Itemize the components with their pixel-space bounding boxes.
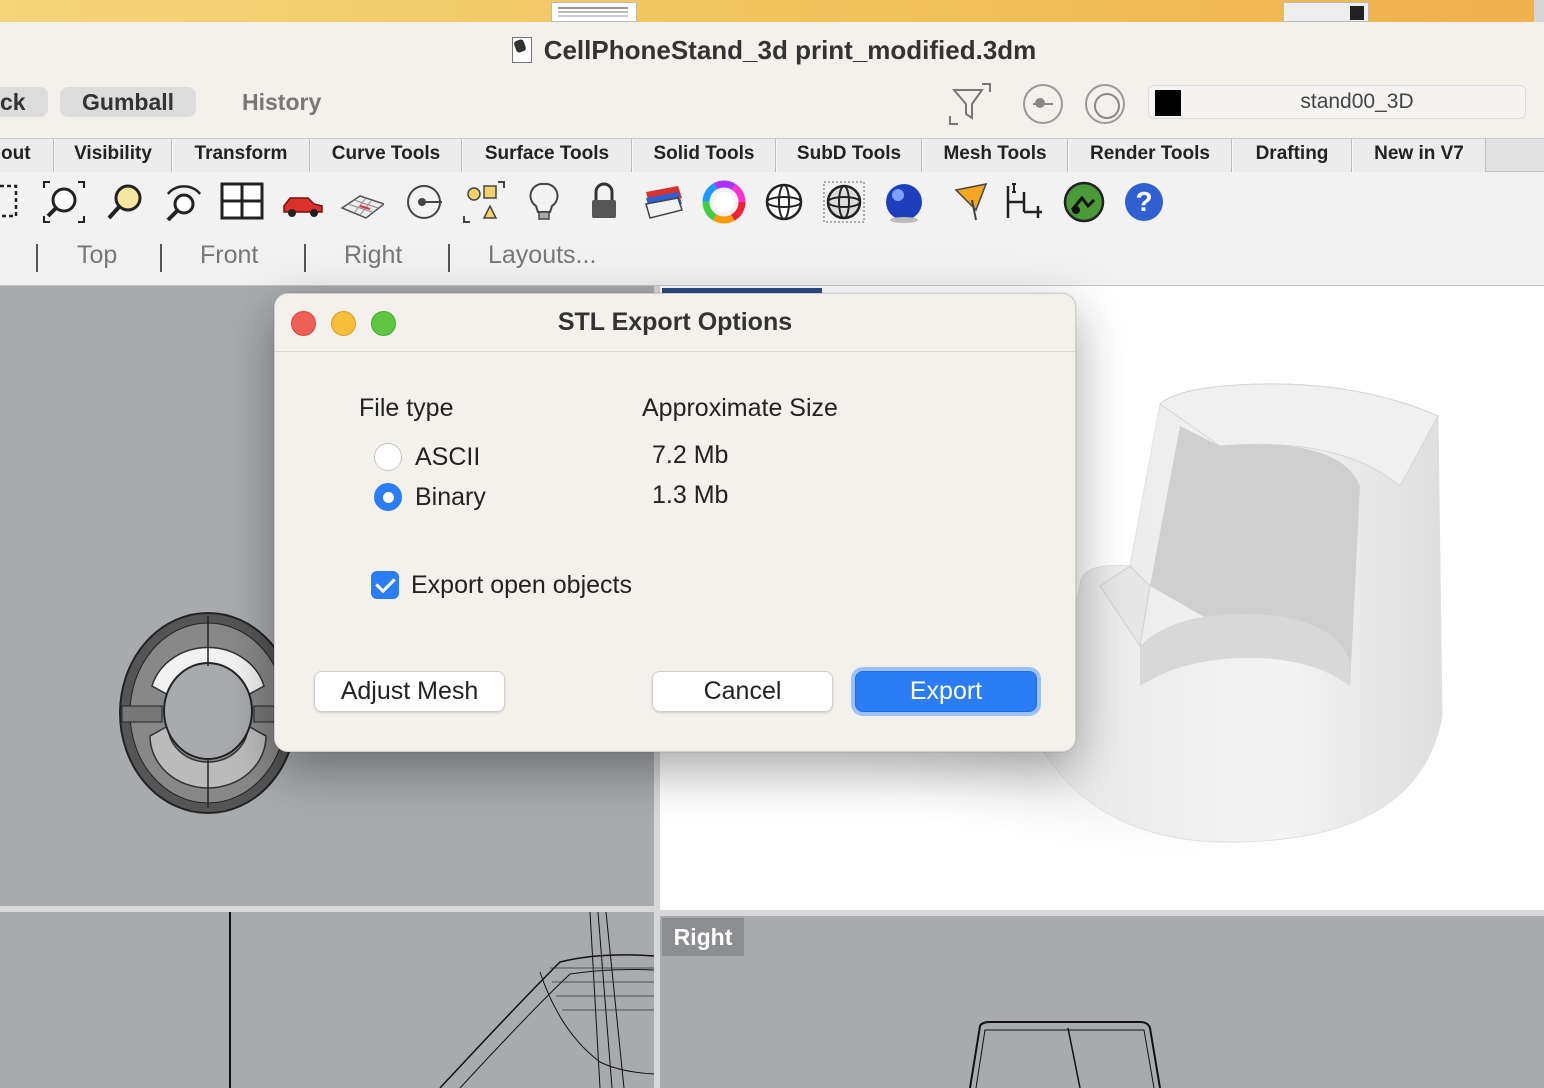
dimension-icon[interactable] <box>1002 180 1046 224</box>
stand-model-side-wireframe <box>969 1021 1161 1088</box>
layer-name: stand00_3D <box>1300 90 1414 113</box>
light-bulb-icon[interactable] <box>522 180 566 224</box>
sphere-wireframe-icon[interactable] <box>762 180 806 224</box>
binary-radio[interactable] <box>374 483 402 511</box>
viewport-divider[interactable] <box>660 910 1544 916</box>
toolbar-tabs: out Visibility Transform Curve Tools Sur… <box>0 138 1544 172</box>
layers-stack-icon[interactable] <box>642 180 686 224</box>
rhino-document-icon <box>508 35 534 65</box>
lock-icon[interactable] <box>582 180 626 224</box>
top-toolbar: ck Gumball History stand00_3D <box>0 78 1544 138</box>
desktop-background <box>0 0 1544 22</box>
zoom-extents-icon[interactable] <box>42 180 86 224</box>
viewport-tab-layouts[interactable]: Layouts... <box>488 241 596 270</box>
tab-drafting[interactable]: Drafting <box>1232 139 1352 172</box>
window-thumbnail[interactable] <box>1283 2 1369 22</box>
binary-size: 1.3 Mb <box>652 481 729 509</box>
tab-new-in-v7[interactable]: New in V7 <box>1352 139 1486 172</box>
window-titlebar: CellPhoneStand_3d print_modified.3dm <box>0 22 1544 78</box>
viewport-tabs: Top Front Right Layouts... <box>0 234 1544 286</box>
gumball-button[interactable]: Gumball <box>60 87 197 117</box>
shader-icon[interactable] <box>950 180 994 224</box>
tab-solid-tools[interactable]: Solid Tools <box>632 139 776 172</box>
viewport-divider[interactable] <box>0 906 654 912</box>
osnap-toggle-icon[interactable] <box>1023 84 1063 124</box>
history-button[interactable]: History <box>220 87 343 117</box>
layer-color-swatch <box>1155 90 1181 116</box>
tab-transform[interactable]: Transform <box>172 139 310 172</box>
select-window-icon[interactable] <box>0 180 26 224</box>
command-icons-toolbar: ? <box>0 172 1544 234</box>
tab-separator <box>36 244 38 272</box>
point-on-object-icon[interactable] <box>402 180 446 224</box>
ascii-label[interactable]: ASCII <box>415 443 480 472</box>
tab-curve-tools[interactable]: Curve Tools <box>310 139 462 172</box>
tab-surface-tools[interactable]: Surface Tools <box>462 139 632 172</box>
render-sphere-icon[interactable] <box>882 180 926 224</box>
zoom-selected-icon[interactable] <box>104 180 148 224</box>
approximate-size-label: Approximate Size <box>642 394 838 422</box>
shapes-icon[interactable] <box>462 180 506 224</box>
export-open-objects-checkbox[interactable] <box>371 571 399 599</box>
window-title: CellPhoneStand_3d print_modified.3dm <box>543 34 1037 65</box>
record-history-icon[interactable] <box>1085 84 1125 124</box>
window-thumbnail[interactable] <box>551 2 637 22</box>
tab-render-tools[interactable]: Render Tools <box>1068 139 1232 172</box>
cplane-grid-icon[interactable] <box>340 180 384 224</box>
viewport-tab-right[interactable]: Right <box>344 241 402 270</box>
tab-mesh-tools[interactable]: Mesh Tools <box>922 139 1068 172</box>
tab-separator <box>160 244 162 272</box>
binary-label[interactable]: Binary <box>415 483 486 512</box>
adjust-mesh-button[interactable]: Adjust Mesh <box>314 671 505 712</box>
selection-filter-icon[interactable] <box>948 82 992 126</box>
viewport-right[interactable] <box>660 916 1544 1088</box>
layer-selector[interactable]: stand00_3D <box>1148 85 1526 119</box>
dialog-title: STL Export Options <box>557 308 793 336</box>
export-open-objects-label[interactable]: Export open objects <box>411 571 632 600</box>
viewport-tab-front[interactable]: Front <box>200 241 258 270</box>
tab-visibility[interactable]: Visibility <box>54 139 172 172</box>
viewport-tab-top[interactable]: Top <box>77 241 117 270</box>
tab-subd-tools[interactable]: SubD Tools <box>776 139 922 172</box>
tab-separator <box>304 244 306 272</box>
export-button[interactable]: Export <box>855 671 1037 712</box>
stand-model-wireframe <box>229 912 654 1088</box>
stl-export-dialog: STL Export Options File type Approximate… <box>274 293 1076 752</box>
dialog-titlebar: STL Export Options <box>275 294 1075 352</box>
sphere-mesh-icon[interactable] <box>822 180 866 224</box>
environment-icon[interactable] <box>1062 180 1106 224</box>
tab-layout[interactable]: out <box>0 139 54 172</box>
file-type-label: File type <box>359 394 454 422</box>
svg-text:?: ? <box>1135 186 1152 217</box>
desktop-edge <box>1534 0 1544 22</box>
four-viewports-icon[interactable] <box>220 180 264 224</box>
cancel-button[interactable]: Cancel <box>652 671 833 712</box>
help-icon[interactable]: ? <box>1122 180 1166 224</box>
viewport-front[interactable] <box>0 912 654 1088</box>
tab-separator <box>448 244 450 272</box>
ascii-radio[interactable] <box>374 443 402 471</box>
ascii-size: 7.2 Mb <box>652 441 729 469</box>
rotate-view-icon[interactable] <box>162 180 206 224</box>
car-icon[interactable] <box>280 180 324 224</box>
color-wheel-icon[interactable] <box>702 180 746 224</box>
lock-button[interactable]: ck <box>0 87 48 117</box>
viewport-title-right[interactable]: Right <box>662 918 744 956</box>
